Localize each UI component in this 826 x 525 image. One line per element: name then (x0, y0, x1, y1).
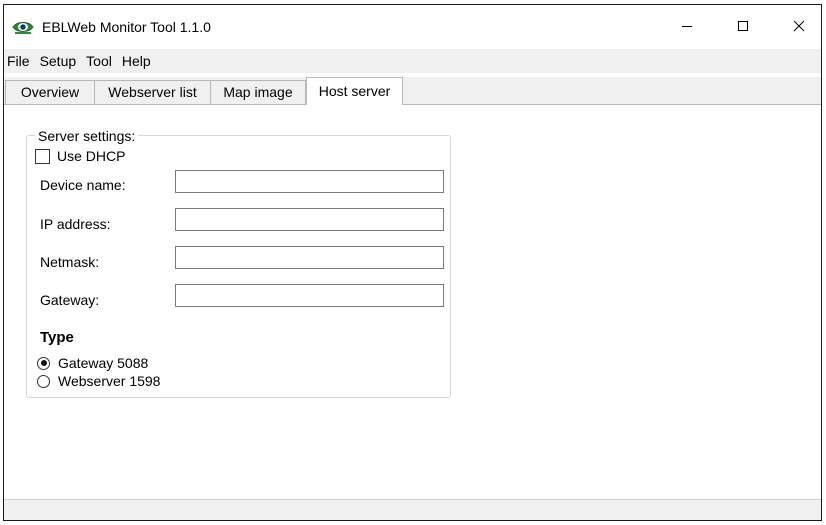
webserver-1598-radio[interactable] (37, 374, 50, 388)
use-dhcp-label: Use DHCP (57, 148, 126, 164)
netmask-field[interactable] (175, 246, 444, 269)
menu-setup[interactable]: Setup (35, 49, 82, 73)
device-name-label: Device name: (40, 177, 126, 193)
tab-host-server[interactable]: Host server (306, 77, 403, 105)
maximize-icon (737, 19, 749, 35)
host-server-panel: Server settings: Use DHCP Device name: I… (4, 105, 821, 499)
title-bar[interactable]: EBLWeb Monitor Tool 1.1.0 (4, 5, 821, 49)
window-title: EBLWeb Monitor Tool 1.1.0 (42, 19, 211, 35)
menu-bar: File Setup Tool Help (4, 49, 821, 73)
menu-help[interactable]: Help (117, 49, 156, 73)
eye-app-icon (12, 18, 34, 36)
tab-overview[interactable]: Overview (5, 80, 95, 104)
status-bar (4, 499, 821, 520)
close-icon (793, 19, 805, 35)
type-option-gateway[interactable]: Gateway 5088 (37, 355, 148, 371)
gateway-field[interactable] (175, 284, 444, 307)
type-heading: Type (40, 329, 74, 346)
use-dhcp-checkbox[interactable] (35, 148, 50, 164)
minimize-icon (681, 19, 693, 35)
close-button[interactable] (771, 5, 821, 49)
tab-strip: Overview Webserver list Map image Host s… (4, 77, 821, 105)
maximize-button[interactable] (715, 5, 771, 49)
gateway-5088-radio[interactable] (37, 356, 50, 370)
type-option-webserver[interactable]: Webserver 1598 (37, 373, 160, 389)
device-name-field[interactable] (175, 170, 444, 193)
menu-file[interactable]: File (4, 49, 35, 73)
use-dhcp-row[interactable]: Use DHCP (35, 148, 125, 164)
gateway-label: Gateway: (40, 292, 100, 308)
webserver-1598-label: Webserver 1598 (58, 373, 161, 389)
ip-address-field[interactable] (175, 208, 444, 231)
ip-address-label: IP address: (40, 216, 111, 232)
server-settings-legend: Server settings: (35, 128, 139, 144)
tab-map-image[interactable]: Map image (210, 80, 306, 104)
minimize-button[interactable] (659, 5, 715, 49)
gateway-5088-label: Gateway 5088 (58, 355, 149, 371)
menu-tool[interactable]: Tool (81, 49, 117, 73)
app-window: EBLWeb Monitor Tool 1.1.0 File Setup Too… (3, 4, 822, 521)
tab-webserver-list[interactable]: Webserver list (94, 80, 211, 104)
netmask-label: Netmask: (40, 254, 100, 270)
